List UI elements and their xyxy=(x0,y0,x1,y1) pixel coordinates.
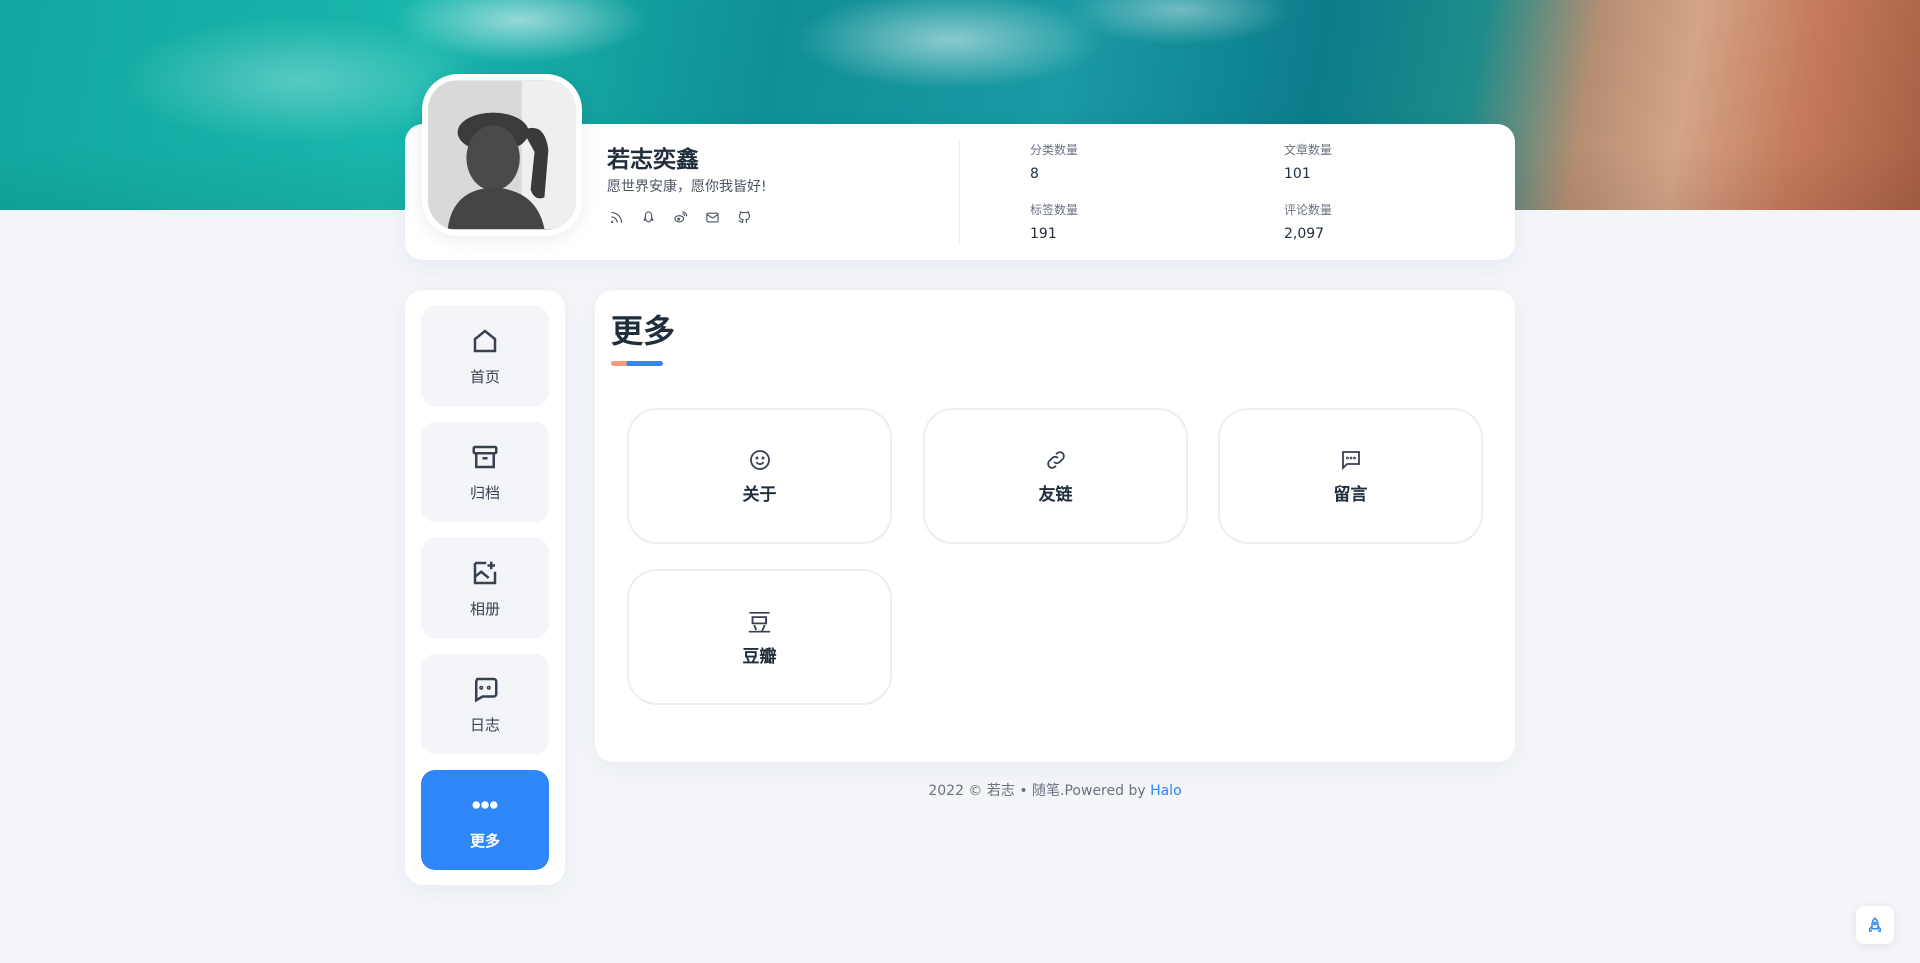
stat-tags: 标签数量 191 xyxy=(1030,201,1078,242)
link-icon xyxy=(1046,450,1065,469)
stat-label: 分类数量 xyxy=(1030,143,1079,157)
stat-posts: 文章数量 101 xyxy=(1284,141,1332,182)
avatar[interactable] xyxy=(422,74,582,236)
tile-label: 豆瓣 xyxy=(742,646,777,667)
nav-item-photos[interactable]: 相册 xyxy=(421,538,549,638)
github-icon[interactable] xyxy=(735,208,753,226)
tile-links[interactable]: 友链 xyxy=(923,408,1188,544)
footer-text: 2022 © 若志 • 随笔.Powered by xyxy=(928,783,1151,799)
tile-about[interactable]: 关于 xyxy=(627,408,892,544)
stat-value: 101 xyxy=(1284,166,1311,182)
page-title: 更多 xyxy=(611,312,676,350)
avatar-image xyxy=(428,81,576,229)
message-icon xyxy=(1341,450,1360,470)
smile-icon xyxy=(749,449,770,470)
sidebar-nav: 首页 归档 相册 日志 更多 xyxy=(405,290,565,885)
tile-label: 友链 xyxy=(1038,484,1073,505)
rss-icon[interactable] xyxy=(607,208,625,226)
tile-label: 关于 xyxy=(742,484,777,505)
back-to-top-button[interactable] xyxy=(1856,906,1894,944)
footer: 2022 © 若志 • 随笔.Powered by Halo xyxy=(595,780,1515,800)
halo-link[interactable]: Halo xyxy=(1150,783,1182,799)
nav-item-journal[interactable]: 日志 xyxy=(421,654,549,754)
mail-icon[interactable] xyxy=(703,208,721,226)
archive-icon xyxy=(472,445,498,468)
social-links xyxy=(607,208,753,226)
nav-item-label: 日志 xyxy=(469,715,500,734)
nav-item-label: 相册 xyxy=(469,599,500,618)
nav-item-more[interactable]: 更多 xyxy=(421,770,549,870)
tile-label: 留言 xyxy=(1333,484,1368,505)
stat-value: 191 xyxy=(1030,226,1057,242)
photo-icon xyxy=(473,561,497,584)
nav-item-label: 首页 xyxy=(469,367,500,386)
stat-label: 文章数量 xyxy=(1284,143,1333,157)
home-icon xyxy=(473,328,497,352)
profile-motto: 愿世界安康，愿你我皆好! xyxy=(607,179,767,195)
title-underline xyxy=(611,361,663,366)
nav-item-label: 更多 xyxy=(469,831,500,850)
nav-item-home[interactable]: 首页 xyxy=(421,306,549,406)
stat-value: 2,097 xyxy=(1284,226,1325,242)
stat-value: 8 xyxy=(1030,166,1039,182)
nav-item-archive[interactable]: 归档 xyxy=(421,422,549,522)
nav-item-label: 归档 xyxy=(469,483,500,502)
main-panel: 更多 关于 友链 留言 豆 豆瓣 xyxy=(595,290,1515,762)
profile-name: 若志奕鑫 xyxy=(607,147,699,173)
douban-icon: 豆 xyxy=(747,608,772,637)
tile-douban[interactable]: 豆 豆瓣 xyxy=(627,569,892,705)
stat-label: 评论数量 xyxy=(1284,203,1333,217)
weibo-icon[interactable] xyxy=(671,208,689,226)
journal-icon xyxy=(475,677,498,702)
stat-comments: 评论数量 2,097 xyxy=(1284,201,1332,242)
tile-guestbook[interactable]: 留言 xyxy=(1218,408,1483,544)
profile-divider xyxy=(959,140,960,244)
rocket-icon xyxy=(1869,917,1881,932)
stat-label: 标签数量 xyxy=(1030,203,1079,217)
qq-icon[interactable] xyxy=(639,208,657,226)
more-icon xyxy=(472,800,498,809)
stat-categories: 分类数量 8 xyxy=(1030,141,1078,182)
